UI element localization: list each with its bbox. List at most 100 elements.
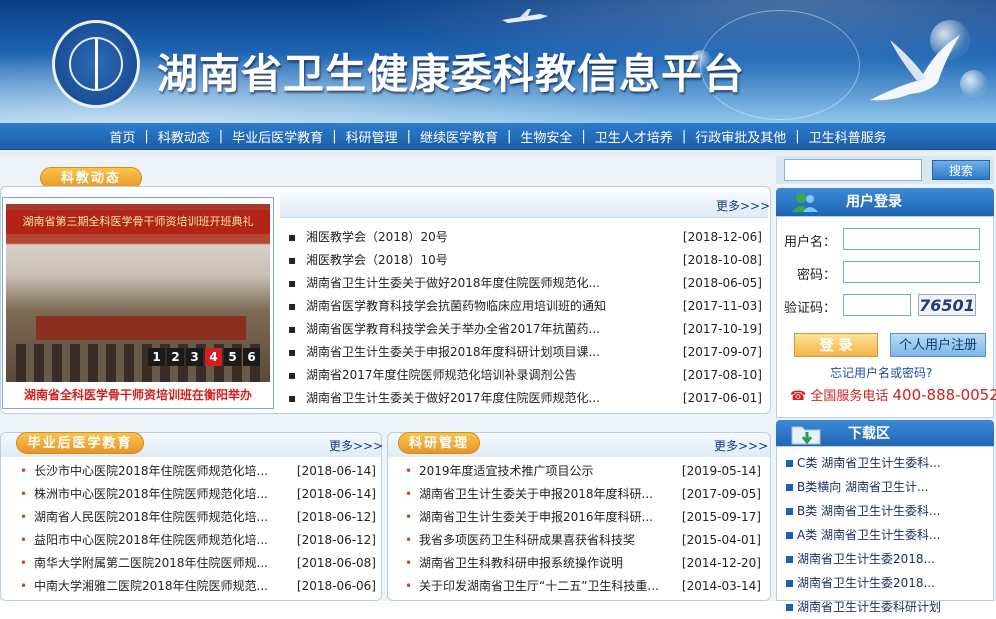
list-item[interactable]: ▪湖南省卫生计生委关于做好2017年度住院医师规范化...[2017-06-01… bbox=[288, 387, 762, 410]
news-list: ▪湘医教学会（2018）20号[2018-12-06] ▪湘医教学会（2018）… bbox=[288, 226, 762, 410]
slide-page-1[interactable]: 1 bbox=[148, 348, 165, 366]
folder-download-icon bbox=[790, 421, 824, 447]
hotline-number: 400-888-0052 bbox=[893, 386, 996, 404]
list-item[interactable]: •湖南省人民医院2018年住院医师规范化培...[2018-06-12] bbox=[20, 506, 376, 529]
bullet-icon: ▪ bbox=[288, 364, 296, 387]
photo-table bbox=[36, 316, 246, 340]
news-list-header bbox=[280, 192, 768, 218]
list-item[interactable]: ▪湖南省医学教育科技学会抗菌药物临床应用培训班的通知[2017-11-03] bbox=[288, 295, 762, 318]
bullet-icon: • bbox=[20, 460, 27, 483]
list-item[interactable]: •株洲市中心医院2018年住院医师规范化培...[2018-06-14] bbox=[20, 483, 376, 506]
download-item[interactable]: 湖南省卫生计生委科研计划 bbox=[786, 595, 994, 619]
login-button[interactable]: 登 录 bbox=[794, 333, 878, 357]
list-item[interactable]: •2019年度适宜技术推广项目公示[2019-05-14] bbox=[405, 460, 761, 483]
list-item[interactable]: ▪湘医教学会（2018）10号[2018-10-08] bbox=[288, 249, 762, 272]
list-item[interactable]: ▪湘医教学会（2018）20号[2018-12-06] bbox=[288, 226, 762, 249]
list-item[interactable]: •中南大学湘雅二医院2018年住院医师规范...[2018-06-06] bbox=[20, 575, 376, 598]
service-hotline: ☎ 全国服务电话 400-888-0052 bbox=[790, 385, 996, 404]
bullet-icon: • bbox=[405, 483, 412, 506]
nav-news[interactable]: 科教动态 bbox=[158, 127, 210, 146]
nav-separator: | bbox=[673, 129, 695, 144]
download-item[interactable]: B类横向 湖南省卫生计... bbox=[786, 475, 994, 499]
site-banner: 湖南省卫生健康委科教信息平台 bbox=[0, 0, 996, 123]
nav-home[interactable]: 首页 bbox=[109, 127, 135, 146]
health-commission-logo bbox=[52, 20, 140, 108]
login-title: 用户登录 bbox=[846, 188, 902, 216]
list-item[interactable]: ▪湖南省医学教育科技学会关于举办全省2017年抗菌药...[2017-10-19… bbox=[288, 318, 762, 341]
graduate-more-link[interactable]: 更多>>> bbox=[329, 437, 383, 454]
list-item[interactable]: ▪湖南省2017年度住院医师规范化培训补录调剂公告[2017-08-10] bbox=[288, 364, 762, 387]
bullet-icon: • bbox=[20, 575, 27, 598]
bullet-icon: ▪ bbox=[288, 341, 296, 364]
bullet-icon: • bbox=[20, 506, 27, 529]
forgot-password-link[interactable]: 忘记用户名或密码? bbox=[830, 364, 932, 381]
list-item[interactable]: •湖南省卫生科教科研申报系统操作说明[2014-12-20] bbox=[405, 552, 761, 575]
download-item[interactable]: 湖南省卫生计生委2018... bbox=[786, 547, 994, 571]
square-bullet-icon bbox=[786, 460, 793, 467]
news-more-link[interactable]: 更多>>> bbox=[716, 197, 770, 214]
bullet-icon: • bbox=[20, 529, 27, 552]
download-item[interactable]: B类 湖南省卫生计生委科... bbox=[786, 499, 994, 523]
download-item[interactable]: A类 湖南省卫生计生委科... bbox=[786, 523, 994, 547]
users-icon bbox=[790, 190, 820, 214]
list-item[interactable]: •益阳市中心医院2018年住院医师规范化培...[2018-06-12] bbox=[20, 529, 376, 552]
phone-icon: ☎ bbox=[790, 389, 806, 404]
square-bullet-icon bbox=[786, 580, 793, 587]
download-item[interactable]: C类 湖南省卫生计生委科... bbox=[786, 451, 994, 475]
register-button[interactable]: 个人用户注册 bbox=[890, 333, 986, 357]
slide-page-5[interactable]: 5 bbox=[224, 348, 241, 366]
nav-talent-training[interactable]: 卫生人才培养 bbox=[595, 127, 673, 146]
nav-continuing-education[interactable]: 继续医学教育 bbox=[420, 127, 498, 146]
captcha-field[interactable] bbox=[843, 294, 911, 316]
list-item[interactable]: •湖南省卫生计生委关于申报2016年度科研...[2015-09-17] bbox=[405, 506, 761, 529]
slideshow-caption[interactable]: 湖南省全科医学骨干师资培训班在衡阳举办 bbox=[3, 384, 273, 406]
square-bullet-icon bbox=[786, 604, 793, 611]
slide-page-2[interactable]: 2 bbox=[167, 348, 184, 366]
list-item[interactable]: •长沙市中心医院2018年住院医师规范化培...[2018-06-14] bbox=[20, 460, 376, 483]
nav-separator: | bbox=[572, 129, 594, 144]
bullet-icon: • bbox=[405, 552, 412, 575]
nav-separator: | bbox=[786, 129, 808, 144]
search-input[interactable] bbox=[784, 159, 922, 181]
downloads-title: 下载区 bbox=[848, 420, 890, 448]
bullet-icon: • bbox=[405, 506, 412, 529]
nav-separator: | bbox=[323, 129, 345, 144]
nav-admin-approval[interactable]: 行政审批及其他 bbox=[695, 127, 786, 146]
password-label: 密码： bbox=[776, 264, 836, 283]
list-item[interactable]: •湖南省卫生计生委关于申报2018年度科研...[2017-09-05] bbox=[405, 483, 761, 506]
captcha-label: 验证码： bbox=[776, 297, 836, 316]
slide-page-6[interactable]: 6 bbox=[243, 348, 260, 366]
search-button[interactable]: 搜索 bbox=[932, 160, 990, 180]
hotline-label: 全国服务电话 bbox=[810, 389, 888, 404]
nav-separator: | bbox=[210, 129, 232, 144]
list-item[interactable]: •南华大学附属第二医院2018年住院医师规...[2018-06-08] bbox=[20, 552, 376, 575]
list-item[interactable]: ▪湖南省卫生计生委关于申报2018年度科研计划项目课...[2017-09-07… bbox=[288, 341, 762, 364]
bullet-icon: • bbox=[405, 460, 412, 483]
nav-biosafety[interactable]: 生物安全 bbox=[520, 127, 572, 146]
download-item[interactable]: 湖南省卫生计生委2018... bbox=[786, 571, 994, 595]
captcha-image[interactable]: 76501 bbox=[918, 294, 976, 316]
nav-graduate-education[interactable]: 毕业后医学教育 bbox=[232, 127, 323, 146]
list-item[interactable]: •我省多项医药卫生科研成果喜获省科技奖[2015-04-01] bbox=[405, 529, 761, 552]
slide-page-4-active[interactable]: 4 bbox=[205, 348, 222, 366]
site-title: 湖南省卫生健康委科教信息平台 bbox=[157, 40, 745, 100]
username-field[interactable] bbox=[843, 228, 980, 250]
password-field[interactable] bbox=[843, 261, 980, 283]
login-header: 用户登录 bbox=[776, 188, 994, 216]
list-item[interactable]: ▪湖南省卫生计生委关于做好2018年度住院医师规范化...[2018-06-05… bbox=[288, 272, 762, 295]
nav-separator: | bbox=[398, 129, 420, 144]
nav-separator: | bbox=[498, 129, 520, 144]
graduate-tab[interactable]: 毕业后医学教育 bbox=[16, 432, 144, 454]
bullet-icon: ▪ bbox=[288, 272, 296, 295]
slide-page-3[interactable]: 3 bbox=[186, 348, 203, 366]
research-more-link[interactable]: 更多>>> bbox=[714, 437, 768, 454]
seagull-icon bbox=[860, 30, 970, 110]
bullet-icon: ▪ bbox=[288, 249, 296, 272]
research-tab[interactable]: 科研管理 bbox=[398, 432, 480, 454]
bullet-icon: • bbox=[405, 575, 412, 598]
nav-science-popularization[interactable]: 卫生科普服务 bbox=[809, 127, 887, 146]
downloads-header: 下载区 bbox=[776, 420, 994, 448]
bullet-icon: • bbox=[405, 529, 412, 552]
nav-research[interactable]: 科研管理 bbox=[346, 127, 398, 146]
list-item[interactable]: •关于印发湖南省卫生厅“十二五”卫生科技重...[2014-03-14] bbox=[405, 575, 761, 598]
